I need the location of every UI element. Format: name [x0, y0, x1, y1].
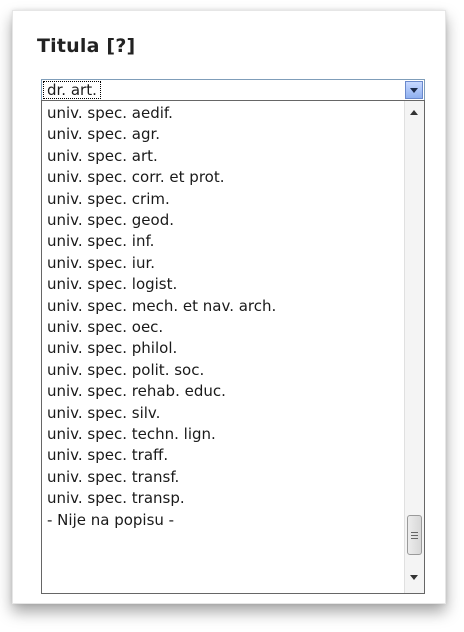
dropdown-option[interactable]: univ. spec. corr. et prot. — [47, 167, 225, 188]
form-card: Titula [?] dr. art. univ. spec. aedif. un… — [12, 10, 446, 604]
dropdown-option[interactable]: - Nije na popisu - — [47, 510, 174, 531]
dropdown-option[interactable]: univ. spec. oec. — [47, 317, 163, 338]
dropdown-option[interactable]: univ. spec. transf. — [47, 467, 179, 488]
scroll-thumb[interactable] — [407, 515, 422, 555]
dropdown-option[interactable]: univ. spec. techn. lign. — [47, 424, 216, 445]
page: Titula [?] dr. art. univ. spec. aedif. un… — [0, 0, 464, 632]
dropdown-option[interactable]: univ. spec. inf. — [47, 231, 154, 252]
dropdown-option[interactable]: univ. spec. traff. — [47, 445, 168, 466]
grip-line-icon — [411, 538, 418, 539]
field-label: Titula [?] — [37, 35, 136, 57]
dropdown-option[interactable]: univ. spec. crim. — [47, 189, 170, 210]
grip-line-icon — [411, 532, 418, 533]
dropdown-option[interactable]: univ. spec. polit. soc. — [47, 360, 204, 381]
dropdown-option[interactable]: univ. spec. rehab. educ. — [47, 381, 226, 402]
dropdown-option[interactable]: univ. spec. geod. — [47, 210, 174, 231]
grip-line-icon — [411, 535, 418, 536]
select-selected-value: dr. art. — [43, 81, 101, 99]
scroll-down-arrow-icon[interactable] — [410, 575, 418, 580]
dropdown-option[interactable]: univ. spec. iur. — [47, 253, 155, 274]
dropdown-option[interactable]: univ. spec. philol. — [47, 338, 177, 359]
dropdown-option[interactable]: univ. spec. logist. — [47, 274, 177, 295]
vertical-scrollbar[interactable] — [404, 101, 424, 593]
titula-select[interactable]: dr. art. — [41, 79, 425, 101]
dropdown-list: univ. spec. aedif. univ. spec. agr. univ. … — [41, 100, 425, 594]
dropdown-option[interactable]: univ. spec. transp. — [47, 488, 185, 509]
dropdown-option[interactable]: univ. spec. art. — [47, 146, 158, 167]
dropdown-option[interactable]: univ. spec. agr. — [47, 124, 160, 145]
dropdown-option[interactable]: univ. spec. silv. — [47, 403, 160, 424]
chevron-down-icon[interactable] — [405, 81, 423, 99]
dropdown-option[interactable]: univ. spec. aedif. — [47, 103, 173, 124]
scroll-up-arrow-icon[interactable] — [410, 110, 418, 115]
dropdown-option[interactable]: univ. spec. mech. et nav. arch. — [47, 296, 276, 317]
